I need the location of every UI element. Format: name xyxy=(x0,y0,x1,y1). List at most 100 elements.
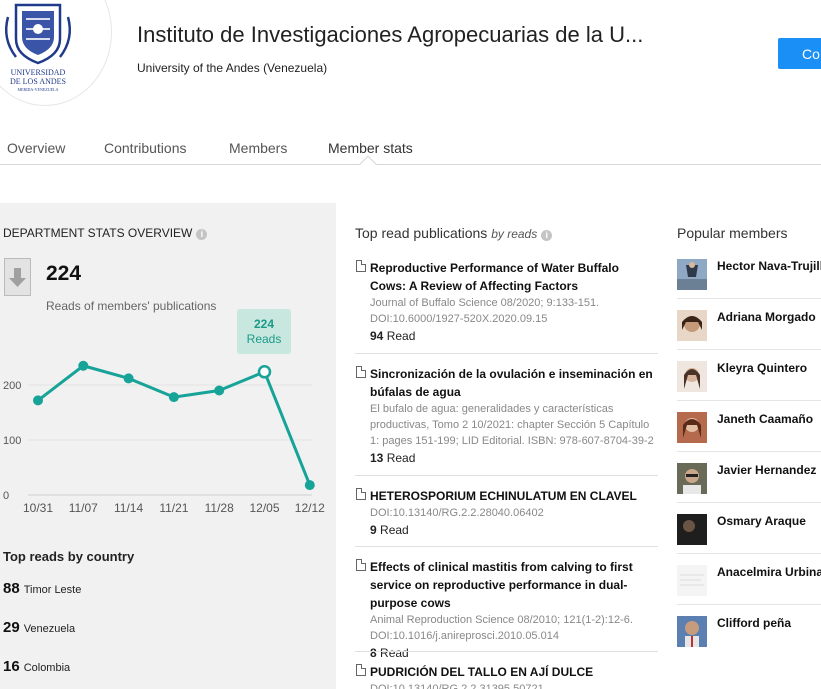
member-name[interactable]: Kleyra Quintero xyxy=(717,361,807,375)
country-count: 29 xyxy=(3,619,20,636)
publication-reads: 13 Read xyxy=(370,451,658,465)
tab-bar: Overview Contributions Members Member st… xyxy=(0,131,821,165)
institution-university-link[interactable]: University of the Andes (Venezuela) xyxy=(137,61,327,75)
document-icon xyxy=(356,664,366,676)
member-item[interactable]: Kleyra Quintero xyxy=(677,361,821,392)
divider xyxy=(355,546,658,547)
publication-reads-count: 8 xyxy=(370,646,377,660)
x-tick-label: 11/21 xyxy=(159,501,188,515)
logo-text-line2: DE LOS ANDES xyxy=(10,77,66,86)
stats-heading: DEPARTMENT STATS OVERVIEW i xyxy=(3,226,208,240)
data-point-highlighted xyxy=(257,365,272,379)
divider xyxy=(677,502,821,503)
tab-members[interactable]: Members xyxy=(229,140,287,156)
y-tick-label: 200 xyxy=(3,380,21,392)
divider xyxy=(677,400,821,401)
country-row: 29 Venezuela xyxy=(3,619,75,637)
publication-item[interactable]: Sincronización de la ovulación e insemin… xyxy=(355,365,658,465)
avatar[interactable] xyxy=(677,514,707,545)
member-name[interactable]: Hector Nava-Trujillo xyxy=(717,259,821,273)
member-item[interactable]: Osmary Araque xyxy=(677,514,821,545)
publication-title[interactable]: Effects of clinical mastitis from calvin… xyxy=(370,558,658,612)
data-point xyxy=(78,360,89,371)
member-item[interactable]: Javier Hernandez xyxy=(677,463,821,494)
publication-reads: 94 Read xyxy=(370,329,658,343)
tooltip-label: Reads xyxy=(246,332,282,346)
member-item[interactable]: Anacelmira Urbina xyxy=(677,565,821,596)
member-name[interactable]: Clifford peña xyxy=(717,616,791,630)
publication-reads: 8 Read xyxy=(370,646,658,660)
logo-text-line3: MERIDA-VENEZUELA xyxy=(18,87,59,92)
info-icon[interactable]: i xyxy=(196,229,208,240)
publication-title[interactable]: PUDRICIÓN DEL TALLO EN AJÍ DULCE xyxy=(370,663,658,681)
y-tick-label: 0 xyxy=(3,490,9,502)
publication-meta: Journal of Buffalo Science 08/2020; 9:13… xyxy=(370,297,600,325)
member-name[interactable]: Osmary Araque xyxy=(717,514,806,528)
download-icon xyxy=(4,258,31,296)
member-name[interactable]: Javier Hernandez xyxy=(717,463,816,477)
member-name[interactable]: Anacelmira Urbina xyxy=(717,565,821,579)
follow-button[interactable]: Co xyxy=(778,38,821,69)
institution-logo[interactable]: UNIVERSIDAD DE LOS ANDES MERIDA-VENEZUEL… xyxy=(0,0,112,106)
document-icon xyxy=(356,488,366,500)
publication-item[interactable]: Effects of clinical mastitis from calvin… xyxy=(355,558,658,660)
publication-meta: El bufalo de agua: generalidades y carac… xyxy=(370,403,654,447)
total-reads-caption: Reads of members' publications xyxy=(46,299,217,313)
country-name: Timor Leste xyxy=(23,584,82,596)
country-row: 16 Colombia xyxy=(3,658,70,676)
reads-line-chart[interactable]: 0 100 200 10/31 11/07 11/14 11/21 11/28 12/05 12/… xyxy=(0,355,336,525)
publication-reads: 9 Read xyxy=(370,523,658,537)
country-name: Colombia xyxy=(23,662,71,674)
avatar[interactable] xyxy=(677,565,707,596)
publication-title[interactable]: Sincronización de la ovulación e insemin… xyxy=(370,365,658,401)
x-tick-label: 11/28 xyxy=(205,501,234,515)
tab-member-stats[interactable]: Member stats xyxy=(328,140,413,156)
avatar[interactable] xyxy=(677,463,707,494)
series-line xyxy=(37,364,312,486)
stats-heading-label: DEPARTMENT STATS OVERVIEW xyxy=(3,226,193,240)
publication-reads-count: 13 xyxy=(370,451,384,465)
member-item[interactable]: Adriana Morgado xyxy=(677,310,821,341)
divider xyxy=(677,451,821,452)
country-count: 16 xyxy=(3,658,20,675)
info-icon[interactable]: i xyxy=(541,230,553,241)
member-name[interactable]: Janeth Caamaño xyxy=(717,412,813,426)
divider xyxy=(355,475,658,476)
member-name[interactable]: Adriana Morgado xyxy=(717,310,816,324)
member-item[interactable]: Janeth Caamaño xyxy=(677,412,821,443)
avatar[interactable] xyxy=(677,361,707,392)
publications-heading: Top read publications by reads i xyxy=(355,225,553,241)
data-point xyxy=(168,392,179,403)
member-item[interactable]: Hector Nava-Trujillo xyxy=(677,259,821,290)
divider xyxy=(677,553,821,554)
publication-reads-count: 94 xyxy=(370,329,384,343)
divider xyxy=(677,604,821,605)
tab-contributions[interactable]: Contributions xyxy=(104,140,187,156)
members-heading: Popular members xyxy=(677,225,788,241)
tab-overview[interactable]: Overview xyxy=(7,140,65,156)
country-count: 88 xyxy=(3,580,20,597)
divider xyxy=(355,651,658,652)
avatar[interactable] xyxy=(677,616,707,647)
publication-item[interactable]: HETEROSPORIUM ECHINULATUM EN CLAVEL DOI:… xyxy=(355,487,658,537)
y-tick-label: 100 xyxy=(3,435,21,447)
avatar[interactable] xyxy=(677,310,707,341)
country-row: 88 Timor Leste xyxy=(3,580,81,598)
publication-reads-word: Read xyxy=(380,646,409,660)
publication-title[interactable]: Reproductive Performance of Water Buffal… xyxy=(370,259,658,295)
x-tick-label: 11/14 xyxy=(114,501,143,515)
tooltip-value: 224 xyxy=(253,317,275,331)
publication-meta: DOI:10.13140/RG.2.2.31395.50721 xyxy=(370,683,544,689)
total-reads-value: 224 xyxy=(46,262,82,285)
coat-of-arms-icon xyxy=(5,3,71,65)
publication-item[interactable]: Reproductive Performance of Water Buffal… xyxy=(355,259,658,343)
publication-title[interactable]: HETEROSPORIUM ECHINULATUM EN CLAVEL xyxy=(370,487,658,505)
x-tick-label: 12/05 xyxy=(249,501,279,515)
country-name: Venezuela xyxy=(23,623,76,635)
publication-item[interactable]: PUDRICIÓN DEL TALLO EN AJÍ DULCE DOI:10.… xyxy=(355,663,658,689)
member-item[interactable]: Clifford peña xyxy=(677,616,821,647)
data-point xyxy=(304,480,315,491)
avatar[interactable] xyxy=(677,259,707,290)
avatar[interactable] xyxy=(677,412,707,443)
publication-meta: Animal Reproduction Science 08/2010; 121… xyxy=(370,614,633,642)
